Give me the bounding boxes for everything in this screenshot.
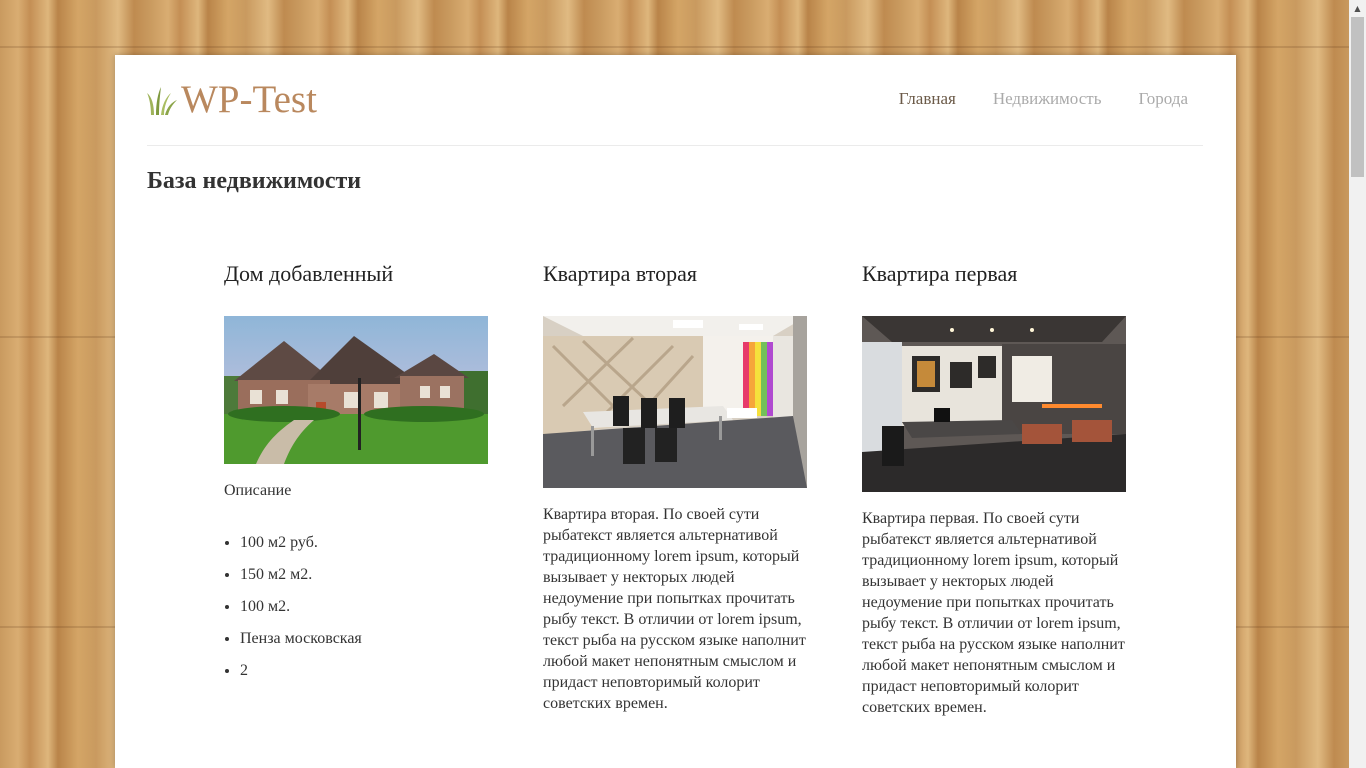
nav-home[interactable]: Главная	[899, 89, 956, 109]
logo-text: WP-Test	[181, 78, 317, 121]
property-card-house: Дом добавленный Описание • 100 м2 руб. •…	[224, 260, 488, 687]
scrollbar-thumb[interactable]	[1351, 17, 1364, 177]
page-scrollbar[interactable]: ▲	[1349, 0, 1366, 768]
office-photo[interactable]	[862, 316, 1126, 492]
office-photo[interactable]	[543, 316, 807, 488]
list-item: 100 м2 руб.	[240, 527, 488, 559]
card-title[interactable]: Квартира первая	[862, 260, 1126, 288]
list-item: 100 м2.	[240, 591, 488, 623]
grass-icon	[147, 87, 177, 115]
nav-cities[interactable]: Города	[1138, 89, 1188, 109]
card-description: Квартира первая. По своей сути рыбатекст…	[862, 510, 1125, 716]
site-logo[interactable]: WP-Test	[147, 78, 317, 121]
page-title: База недвижимости	[147, 168, 362, 194]
list-item: Пенза московская	[240, 623, 488, 655]
card-description: Квартира вторая. По своей сути рыбатекст…	[543, 506, 806, 712]
property-details-list: 100 м2 руб. 150 м2 м2. 100 м2. Пенза мос…	[224, 527, 488, 687]
list-item: 2	[240, 655, 488, 687]
property-card-apartment-2: Квартира вторая Квартира вторая. По свое…	[543, 260, 807, 714]
property-card-apartment-1: Квартира первая Квартира первая. По свое…	[862, 260, 1126, 718]
page-container: WP-Test Главная Недвижимость Города База…	[115, 55, 1236, 768]
card-description: Описание	[224, 482, 292, 499]
house-photo[interactable]	[224, 316, 488, 464]
scroll-up-icon[interactable]: ▲	[1349, 0, 1366, 17]
card-title[interactable]: Дом добавленный	[224, 260, 488, 288]
card-title[interactable]: Квартира вторая	[543, 260, 807, 288]
list-item: 150 м2 м2.	[240, 559, 488, 591]
main-nav: Главная Недвижимость Города	[862, 89, 1188, 109]
site-header: WP-Test Главная Недвижимость Города	[147, 55, 1203, 146]
nav-real-estate[interactable]: Недвижимость	[993, 89, 1102, 109]
